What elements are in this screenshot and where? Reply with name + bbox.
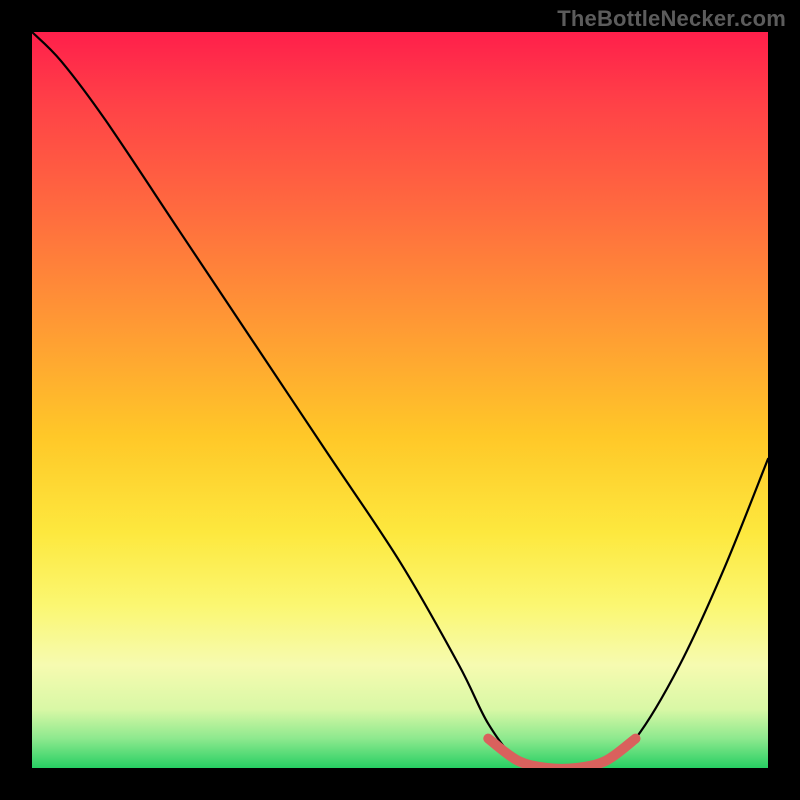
- watermark-text: TheBottleNecker.com: [557, 6, 786, 32]
- plot-area: [32, 32, 768, 768]
- curve-layer: [32, 32, 768, 768]
- chart-frame: TheBottleNecker.com: [0, 0, 800, 800]
- bottleneck-curve: [32, 32, 768, 768]
- optimal-region: [488, 739, 635, 768]
